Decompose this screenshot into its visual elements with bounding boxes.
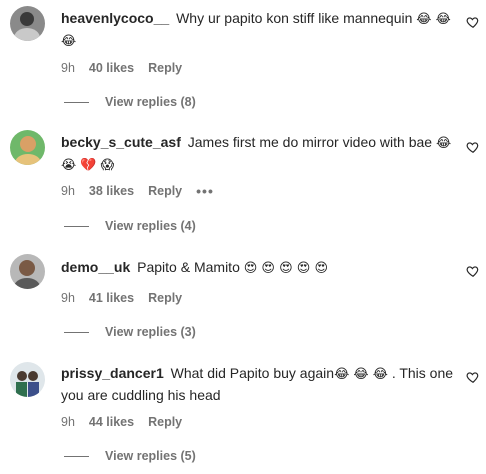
divider-line <box>64 101 89 103</box>
divider-line <box>64 225 89 227</box>
comment-body: Why ur papito kon stiff like mannequin <box>176 10 413 26</box>
comment-emojis-line2: 😂 <box>61 34 77 49</box>
like-heart-icon[interactable] <box>466 15 480 29</box>
comment-likes[interactable]: 40 likes <box>89 61 134 75</box>
avatar[interactable] <box>10 6 45 41</box>
comment-likes[interactable]: 38 likes <box>89 184 134 198</box>
reply-button[interactable]: Reply <box>148 184 182 198</box>
comment-username[interactable]: demo__uk <box>61 259 130 275</box>
comment-text: demo__uk Papito & Mamito 😍 😍 😍 😍 😍 <box>61 257 456 279</box>
like-heart-icon[interactable] <box>466 264 480 278</box>
comment-emojis: 😂 😂 <box>416 12 451 27</box>
avatar-image <box>10 254 45 289</box>
divider-line <box>64 331 89 333</box>
like-heart-icon[interactable] <box>466 370 480 384</box>
view-replies-label: View replies (5) <box>105 449 196 463</box>
comment-text: heavenlycoco__ Why ur papito kon stiff l… <box>61 8 456 52</box>
comment-username[interactable]: heavenlycoco__ <box>61 10 169 26</box>
comment-body: James first me do mirror video with bae <box>187 134 433 150</box>
divider-line <box>64 455 89 457</box>
view-replies-button[interactable]: View replies (4) <box>64 218 196 234</box>
avatar[interactable] <box>10 362 45 397</box>
view-replies-button[interactable]: View replies (3) <box>64 324 196 340</box>
view-replies-button[interactable]: View replies (5) <box>64 448 196 464</box>
comment-username[interactable]: prissy_dancer1 <box>61 365 164 381</box>
comment-emojis: 😂 <box>435 136 452 151</box>
comment-time: 9h <box>61 61 75 75</box>
comment-emojis-line2: 😭 💔 😱 <box>61 158 115 173</box>
comment-emojis: 😍 😍 😍 😍 😍 <box>243 261 329 276</box>
comment-meta: 9h 41 likes Reply <box>61 290 182 306</box>
view-replies-label: View replies (3) <box>105 325 196 339</box>
avatar[interactable] <box>10 130 45 165</box>
like-heart-icon[interactable] <box>466 140 480 154</box>
comment-likes[interactable]: 44 likes <box>89 415 134 429</box>
comment-time: 9h <box>61 184 75 198</box>
comment-meta: 9h 44 likes Reply <box>61 414 182 430</box>
avatar[interactable] <box>10 254 45 289</box>
comment-body: Papito & Mamito <box>137 259 240 275</box>
comment-emojis: 😂 😂 😂 <box>334 367 388 382</box>
comment-text: becky_s_cute_asf James first me do mirro… <box>61 132 456 176</box>
comment-likes[interactable]: 41 likes <box>89 291 134 305</box>
comment-meta: 9h 40 likes Reply <box>61 60 182 76</box>
avatar-image <box>10 6 45 41</box>
reply-button[interactable]: Reply <box>148 61 182 75</box>
comment-username[interactable]: becky_s_cute_asf <box>61 134 181 150</box>
comment-meta: 9h 38 likes Reply ••• <box>61 183 214 199</box>
more-options-icon[interactable]: ••• <box>196 183 214 199</box>
avatar-image <box>10 362 45 397</box>
reply-button[interactable]: Reply <box>148 291 182 305</box>
avatar-image <box>10 130 45 165</box>
reply-button[interactable]: Reply <box>148 415 182 429</box>
comment-body: What did Papito buy again <box>170 365 335 381</box>
comment-time: 9h <box>61 415 75 429</box>
view-replies-label: View replies (4) <box>105 219 196 233</box>
comment-text: prissy_dancer1 What did Papito buy again… <box>61 363 456 405</box>
view-replies-button[interactable]: View replies (8) <box>64 94 196 110</box>
comment-time: 9h <box>61 291 75 305</box>
view-replies-label: View replies (8) <box>105 95 196 109</box>
